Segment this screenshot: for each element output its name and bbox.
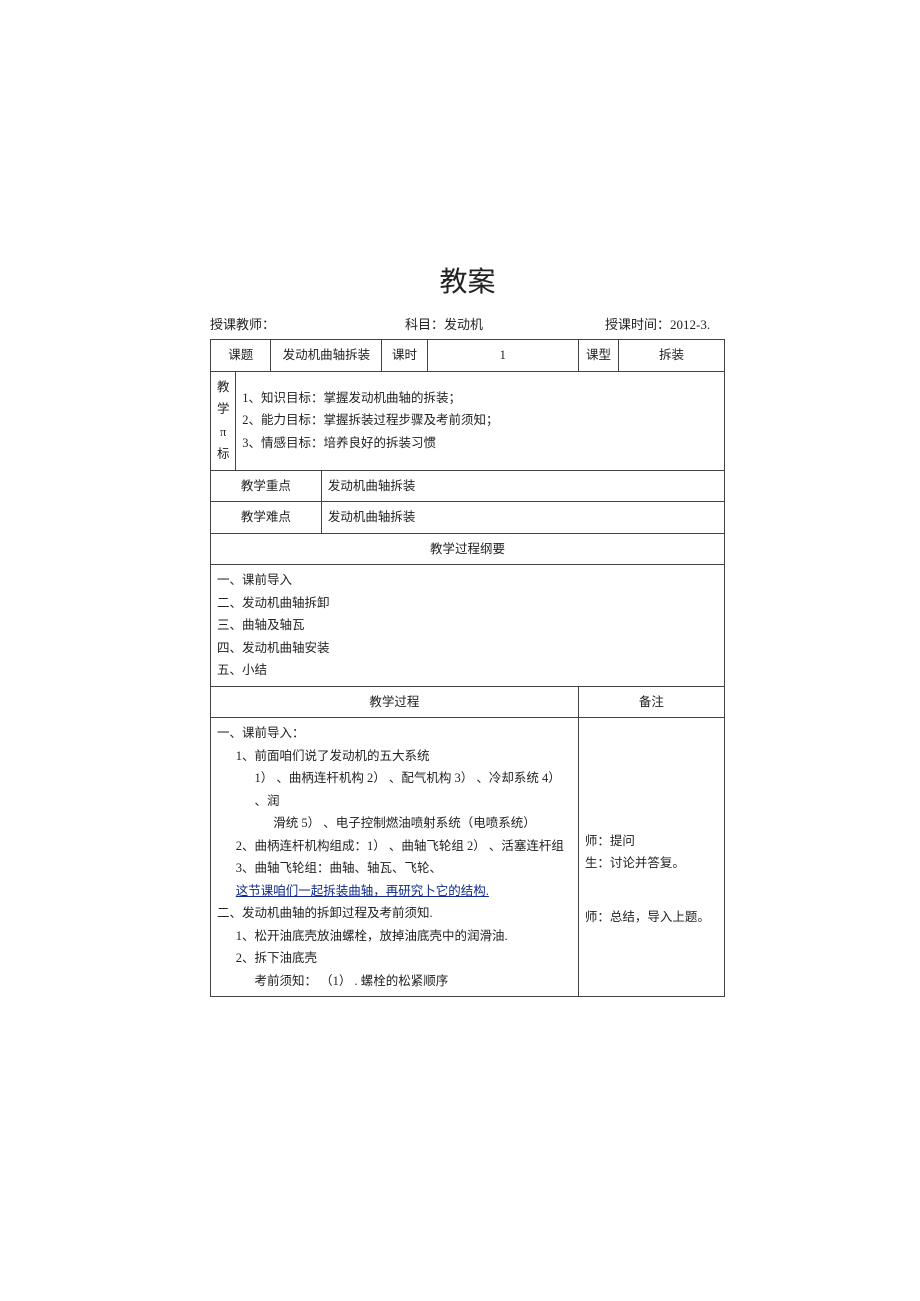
- process-body-row: 一、课前导入： 1、前面咱们说了发动机的五大系统 1） 、曲柄连杆机构 2） 、…: [211, 718, 725, 997]
- process-left-header: 教学过程: [211, 686, 579, 718]
- outline-header-row: 教学过程纲要: [211, 533, 725, 565]
- process-line: 二、发动机曲轴的拆卸过程及考前须知.: [217, 902, 572, 925]
- lesson-plan-table: 课题 发动机曲轴拆装 课时 1 课型 拆装 教学 π 标 1、知识目标：掌握发动…: [210, 339, 725, 997]
- process-key-line: 这节课咱们一起拆装曲轴，再研究卜它的结构.: [217, 880, 572, 903]
- topic-label: 课题: [211, 340, 271, 372]
- process-right-cell: 师：提问 生：讨论并答复。 师：总结，导入上题。: [578, 718, 724, 997]
- note-spacer: [585, 875, 718, 906]
- process-line: 2、拆下油底壳: [217, 947, 572, 970]
- time-value: 2012-3.: [670, 317, 710, 332]
- goal-2: 2、能力目标：掌握拆装过程步骤及考前须知；: [242, 409, 718, 432]
- outline-item: 三、曲轴及轴瓦: [217, 614, 718, 637]
- subject-label: 科目：: [405, 317, 444, 332]
- note-line: 师：提问: [585, 830, 718, 853]
- goals-row: 教学 π 标 1、知识目标：掌握发动机曲轴的拆装； 2、能力目标：掌握拆装过程步…: [211, 371, 725, 470]
- hardpoint-label: 教学难点: [211, 502, 322, 534]
- outline-body-row: 一、课前导入 二、发动机曲轴拆卸 三、曲轴及轴瓦 四、发动机曲轴安装 五、小结: [211, 565, 725, 687]
- note-line: 师：总结，导入上题。: [585, 906, 718, 929]
- doc-title: 教案: [210, 260, 725, 300]
- keypoint-label: 教学重点: [211, 470, 322, 502]
- period-label: 课时: [382, 340, 427, 372]
- process-left-cell: 一、课前导入： 1、前面咱们说了发动机的五大系统 1） 、曲柄连杆机构 2） 、…: [211, 718, 579, 997]
- process-line: 滑统 5） 、电子控制燃油喷射系统（电喷系统）: [217, 812, 572, 835]
- process-line: 1、前面咱们说了发动机的五大系统: [217, 745, 572, 768]
- type-label: 课型: [578, 340, 618, 372]
- hardpoint-value: 发动机曲轴拆装: [321, 502, 724, 534]
- subject-value: 发动机: [444, 317, 483, 332]
- goals-side-label: 教学 π 标: [211, 371, 236, 470]
- goal-1: 1、知识目标：掌握发动机曲轴的拆装；: [242, 387, 718, 410]
- header-row: 课题 发动机曲轴拆装 课时 1 课型 拆装: [211, 340, 725, 372]
- key-sentence-link[interactable]: 这节课咱们一起拆装曲轴，再研究卜它的结构.: [236, 884, 489, 898]
- outline-body: 一、课前导入 二、发动机曲轴拆卸 三、曲轴及轴瓦 四、发动机曲轴安装 五、小结: [211, 565, 725, 687]
- topic-value: 发动机曲轴拆装: [271, 340, 382, 372]
- process-line: 考前须知： （1） . 螺栓的松紧顺序: [217, 970, 572, 993]
- outline-header: 教学过程纲要: [211, 533, 725, 565]
- process-header-row: 教学过程 备注: [211, 686, 725, 718]
- time-label: 授课时间：: [605, 317, 670, 332]
- keypoint-value: 发动机曲轴拆装: [321, 470, 724, 502]
- process-right-header: 备注: [578, 686, 724, 718]
- process-line: 1） 、曲柄连杆机构 2） 、配气机构 3） 、冷却系统 4） 、润: [217, 767, 572, 812]
- process-line: 3、曲轴飞轮组：曲轴、轴瓦、飞轮、: [217, 857, 572, 880]
- hardpoint-row: 教学难点 发动机曲轴拆装: [211, 502, 725, 534]
- outline-item: 二、发动机曲轴拆卸: [217, 592, 718, 615]
- goal-3: 3、情感目标：培养良好的拆装习惯: [242, 432, 718, 455]
- keypoint-row: 教学重点 发动机曲轴拆装: [211, 470, 725, 502]
- goals-cell: 1、知识目标：掌握发动机曲轴的拆装； 2、能力目标：掌握拆装过程步骤及考前须知；…: [236, 371, 725, 470]
- outline-item: 五、小结: [217, 659, 718, 682]
- process-line: 一、课前导入：: [217, 722, 572, 745]
- period-value: 1: [427, 340, 578, 372]
- meta-row: 授课教师： 科目：发动机 授课时间：2012-3.: [210, 314, 725, 333]
- process-line: 1、松开油底壳放油螺栓，放掉油底壳中的润滑油.: [217, 925, 572, 948]
- note-line: 生：讨论并答复。: [585, 852, 718, 875]
- type-value: 拆装: [619, 340, 725, 372]
- outline-item: 四、发动机曲轴安装: [217, 637, 718, 660]
- teacher-label: 授课教师：: [210, 317, 275, 332]
- outline-item: 一、课前导入: [217, 569, 718, 592]
- process-line: 2、曲柄连杆机构组成：1） 、曲轴飞轮组 2） 、活塞连杆组: [217, 835, 572, 858]
